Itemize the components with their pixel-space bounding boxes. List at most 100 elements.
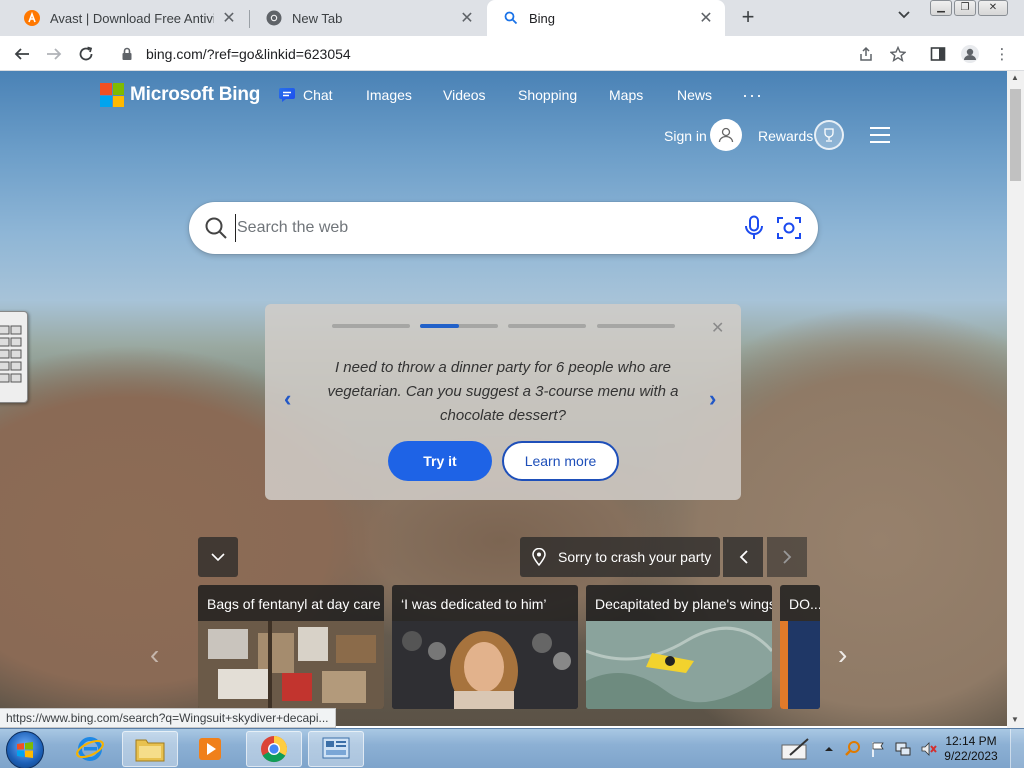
taskbar-internet-explorer[interactable]	[62, 731, 118, 767]
nav-videos[interactable]: Videos	[443, 87, 486, 103]
chrome-icon	[266, 10, 282, 26]
tray-expand-arrow-icon[interactable]	[822, 742, 836, 756]
network-icon[interactable]	[894, 740, 912, 758]
on-screen-keyboard-icon[interactable]	[0, 311, 28, 403]
taskbar-control-panel[interactable]	[308, 731, 364, 767]
action-center-flag-icon[interactable]	[870, 740, 886, 758]
visual-search-icon[interactable]	[776, 215, 802, 241]
logo-text: Microsoft Bing	[130, 84, 261, 105]
close-tab-icon[interactable]: ✕	[220, 9, 238, 27]
carousel-progress-segment-active[interactable]	[420, 324, 498, 328]
tab-new-tab[interactable]: New Tab ✕	[250, 0, 486, 36]
search-input[interactable]	[235, 214, 725, 242]
close-window-button[interactable]: ✕	[978, 0, 1008, 16]
scroll-up-arrow-icon[interactable]: ▲	[1011, 73, 1019, 82]
news-card[interactable]: DO...	[780, 585, 820, 709]
previous-image-button[interactable]	[723, 537, 763, 577]
nav-maps[interactable]: Maps	[609, 87, 643, 103]
share-icon[interactable]	[856, 44, 876, 64]
lock-icon	[122, 47, 132, 60]
nav-shopping[interactable]: Shopping	[518, 87, 577, 103]
clock-time: 12:14 PM	[945, 734, 997, 748]
taskbar-file-explorer[interactable]	[122, 731, 178, 767]
scrollbar-thumb[interactable]	[1010, 89, 1021, 181]
sign-in-link[interactable]: Sign in	[664, 128, 707, 144]
url-text: bing.com/?ref=go&linkid=623054	[146, 46, 351, 62]
side-panel-icon[interactable]	[928, 44, 948, 64]
search-box[interactable]	[189, 202, 818, 254]
media-player-icon	[199, 738, 221, 760]
back-button[interactable]	[8, 40, 36, 68]
search-magnifier-icon[interactable]	[844, 740, 862, 758]
tab-search-chevron-icon[interactable]	[894, 8, 914, 28]
start-button[interactable]	[6, 731, 44, 768]
news-card[interactable]: Decapitated by plane's wings	[586, 585, 772, 709]
taskbar-chrome[interactable]	[246, 731, 302, 767]
collapse-feed-button[interactable]	[198, 537, 238, 577]
prompt-prev-chevron-icon[interactable]: ‹	[284, 386, 291, 412]
news-next-chevron-icon[interactable]: ›	[838, 639, 847, 671]
nav-images[interactable]: Images	[366, 87, 412, 103]
tab-bing[interactable]: Bing ✕	[487, 0, 725, 36]
try-it-button[interactable]: Try it	[388, 441, 492, 481]
news-title: Decapitated by plane's wings	[595, 596, 772, 612]
rewards-link[interactable]: Rewards	[758, 128, 813, 144]
vertical-scrollbar[interactable]: ▲ ▼	[1007, 71, 1024, 728]
system-clock[interactable]: 12:14 PM 9/22/2023	[938, 734, 1004, 764]
image-info-title: Sorry to crash your party	[558, 549, 712, 565]
tab-strip: Avast | Download Free Antivirus & ✕ New …	[0, 0, 1024, 36]
bing-homepage: Microsoft Bing Chat Images Videos Shoppi…	[0, 71, 1007, 726]
image-info-button[interactable]: Sorry to crash your party	[520, 537, 720, 577]
profile-icon[interactable]	[960, 44, 980, 64]
tab-title: Avast | Download Free Antivirus &	[50, 10, 214, 26]
menu-kebab-icon[interactable]: ⋮	[992, 44, 1012, 64]
news-prev-chevron-icon[interactable]: ‹	[150, 639, 159, 671]
carousel-progress-segment[interactable]	[332, 324, 410, 328]
news-image	[586, 621, 772, 709]
prompt-next-chevron-icon[interactable]: ›	[709, 386, 716, 412]
bing-logo[interactable]: Microsoft Bing	[100, 79, 260, 111]
user-avatar-icon[interactable]	[710, 119, 742, 151]
news-title: Bags of fentanyl at day care	[207, 596, 381, 612]
news-card[interactable]: ‘I was dedicated to him’	[392, 585, 578, 709]
avast-icon	[24, 10, 40, 26]
bookmark-star-icon[interactable]	[888, 44, 908, 64]
close-tab-icon[interactable]: ✕	[458, 9, 476, 27]
show-desktop-button[interactable]	[1010, 729, 1024, 768]
taskbar-media-player[interactable]	[182, 731, 238, 767]
forward-button[interactable]	[40, 40, 68, 68]
rewards-trophy-icon[interactable]	[814, 120, 844, 150]
volume-muted-icon[interactable]	[920, 740, 938, 758]
address-bar[interactable]: bing.com/?ref=go&linkid=623054	[112, 40, 832, 68]
prompt-text: I need to throw a dinner party for 6 peo…	[327, 359, 679, 424]
scroll-down-arrow-icon[interactable]: ▼	[1011, 715, 1019, 724]
chevron-down-icon	[211, 552, 225, 561]
clock-date: 9/22/2023	[944, 749, 998, 763]
news-title: ‘I was dedicated to him’	[401, 596, 547, 612]
new-tab-button[interactable]: +	[736, 6, 760, 30]
carousel-progress-segment[interactable]	[508, 324, 586, 328]
system-tray	[780, 735, 938, 763]
carousel-progress-fill	[420, 324, 459, 328]
next-image-button[interactable]	[767, 537, 807, 577]
learn-more-button[interactable]: Learn more	[502, 441, 619, 481]
browser-toolbar: bing.com/?ref=go&linkid=623054 ⋮	[0, 36, 1024, 71]
microphone-icon[interactable]	[743, 215, 765, 241]
microsoft-logo-icon	[100, 83, 124, 107]
window-controls: ▁ ❐ ✕	[928, 0, 1008, 18]
news-card[interactable]: Bags of fentanyl at day care	[198, 585, 384, 709]
windows-logo-icon	[17, 742, 33, 758]
nav-chat[interactable]: Chat	[303, 87, 333, 103]
tab-avast[interactable]: Avast | Download Free Antivirus & ✕	[8, 0, 248, 36]
pen-tablet-icon[interactable]	[780, 737, 812, 761]
nav-news[interactable]: News	[677, 87, 712, 103]
close-icon[interactable]: ✕	[711, 318, 724, 338]
reload-button[interactable]	[72, 40, 100, 68]
hamburger-menu-icon[interactable]	[870, 127, 890, 143]
close-tab-icon[interactable]: ✕	[697, 9, 715, 27]
carousel-progress-segment[interactable]	[597, 324, 675, 328]
maximize-button[interactable]: ❐	[954, 0, 976, 16]
news-title: DO...	[789, 596, 820, 612]
nav-more-button[interactable]: ···	[742, 85, 763, 106]
minimize-button[interactable]: ▁	[930, 0, 952, 16]
